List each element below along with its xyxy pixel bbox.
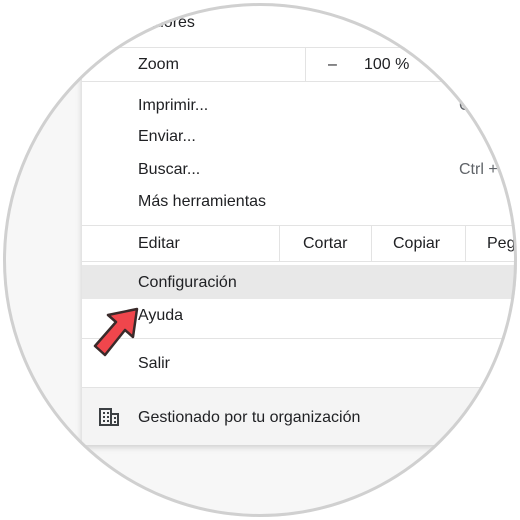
cut-button[interactable]: Cortar bbox=[303, 235, 347, 253]
paste-button[interactable]: Peg bbox=[487, 235, 515, 253]
zoom-label: Zoom bbox=[138, 56, 179, 73]
browser-menu: cadores Zoom – 100 % Imprimir... C Envia… bbox=[82, 3, 517, 445]
menu-divider bbox=[82, 261, 517, 262]
menu-item-more-tools-label: Más herramientas bbox=[138, 193, 267, 210]
menu-item-print-label: Imprimir... bbox=[138, 97, 209, 114]
zoom-separator bbox=[305, 47, 306, 81]
menu-item-print-shortcut: C bbox=[459, 97, 471, 114]
magnifier-lens: cadores Zoom – 100 % Imprimir... C Envia… bbox=[3, 3, 517, 517]
menu-item-find-label: Buscar... bbox=[138, 161, 201, 178]
menu-item-settings-label: Configuración bbox=[138, 274, 237, 291]
menu-divider bbox=[82, 225, 517, 226]
menu-item-bookmarks-label: cadores bbox=[138, 14, 195, 31]
menu-item-find-shortcut: Ctrl + bbox=[459, 161, 498, 178]
menu-divider bbox=[82, 81, 517, 82]
edit-separator bbox=[465, 225, 466, 261]
building-icon bbox=[99, 408, 119, 426]
edit-separator bbox=[279, 225, 280, 261]
menu-item-managed-label: Gestionado por tu organización bbox=[138, 409, 361, 426]
edit-label: Editar bbox=[138, 235, 180, 252]
edit-separator bbox=[371, 225, 372, 261]
menu-item-send-label: Enviar... bbox=[138, 128, 196, 145]
zoom-out-button[interactable]: – bbox=[328, 56, 337, 74]
menu-divider bbox=[82, 47, 517, 48]
arrow-pointer-icon bbox=[93, 307, 139, 357]
screenshot-stage: cadores Zoom – 100 % Imprimir... C Envia… bbox=[0, 0, 520, 520]
zoom-value: 100 % bbox=[364, 56, 410, 73]
copy-button[interactable]: Copiar bbox=[393, 235, 440, 253]
menu-divider bbox=[82, 338, 517, 339]
